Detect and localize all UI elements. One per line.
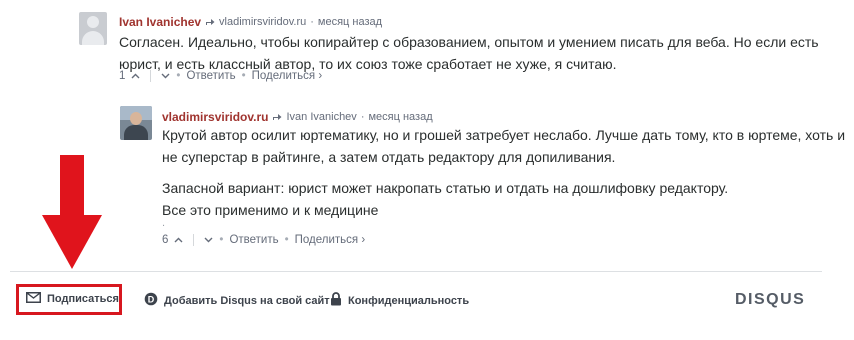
disqus-logo[interactable]: DISQUS xyxy=(735,291,805,309)
comment-line: Крутой автор осилит юртематику, но и гро… xyxy=(162,127,846,143)
avatar-body-shape xyxy=(124,125,148,140)
action-separator: • xyxy=(241,70,246,82)
reply-arrow-icon xyxy=(205,13,215,31)
action-separator: • xyxy=(219,234,224,246)
privacy-link[interactable]: Конфиденциальность xyxy=(330,292,469,309)
comment-actions: 1 • Ответить • Поделиться › xyxy=(119,70,322,82)
vote-count: 1 xyxy=(119,70,126,82)
avatar-head-shape xyxy=(87,16,99,28)
comment-line: Все это применимо и к медицине xyxy=(162,202,379,218)
reply-to-link[interactable]: vladimirsviridov.ru xyxy=(219,16,306,28)
subscribe-label: Подписаться xyxy=(47,293,119,305)
lock-icon xyxy=(330,292,342,309)
comment-line: Запасной вариант: юрист может накропать … xyxy=(162,180,729,196)
add-disqus-label: Добавить Disqus на свой сайт xyxy=(164,294,330,307)
comment-header: Ivan Ivanichev vladimirsviridov.ru · мес… xyxy=(119,13,382,31)
annotation-arrow-icon xyxy=(40,155,104,276)
comment-author[interactable]: Ivan Ivanichev xyxy=(119,15,201,29)
comment-body: Крутой автор осилит юртематику, но и гро… xyxy=(162,124,845,221)
avatar[interactable] xyxy=(120,106,152,140)
envelope-icon xyxy=(26,292,41,306)
upvote-icon[interactable] xyxy=(174,234,183,246)
svg-text:D: D xyxy=(148,294,155,304)
comment-author[interactable]: vladimirsviridov.ru xyxy=(162,110,268,124)
see-more-indicator: . xyxy=(162,217,166,229)
reply-button[interactable]: Ответить xyxy=(186,70,235,82)
subscribe-button[interactable]: Подписаться xyxy=(26,292,119,306)
comment-line: Согласен. Идеально, чтобы копирайтер с о… xyxy=(119,34,819,50)
action-separator: • xyxy=(176,70,181,82)
comment-timestamp[interactable]: месяц назад xyxy=(318,16,382,28)
comment-line: не суперстар в райтинге, а затем отдать … xyxy=(162,149,616,165)
reply-to-link[interactable]: Ivan Ivanichev xyxy=(286,111,356,123)
vote-count: 6 xyxy=(162,234,169,246)
downvote-icon[interactable] xyxy=(204,234,213,246)
meta-separator: · xyxy=(360,111,365,123)
reply-button[interactable]: Ответить xyxy=(229,234,278,246)
avatar[interactable] xyxy=(79,12,107,45)
comment-body: Согласен. Идеально, чтобы копирайтер с о… xyxy=(119,31,819,75)
upvote-icon[interactable] xyxy=(131,70,140,82)
share-button[interactable]: Поделиться › xyxy=(295,234,366,246)
comment-timestamp[interactable]: месяц назад xyxy=(368,111,432,123)
vote-divider xyxy=(150,70,152,82)
action-separator: • xyxy=(284,234,289,246)
meta-separator: · xyxy=(310,16,314,28)
vote-divider xyxy=(193,234,195,246)
comment-actions: 6 • Ответить • Поделиться › xyxy=(162,234,365,246)
privacy-label: Конфиденциальность xyxy=(348,294,470,307)
footer-divider xyxy=(10,271,822,272)
downvote-icon[interactable] xyxy=(161,70,170,82)
avatar-body-shape xyxy=(82,31,104,45)
add-disqus-link[interactable]: D Добавить Disqus на свой сайт xyxy=(144,292,330,309)
disqus-d-icon: D xyxy=(144,292,158,309)
share-button[interactable]: Поделиться › xyxy=(252,70,323,82)
avatar-face-shape xyxy=(130,112,142,125)
